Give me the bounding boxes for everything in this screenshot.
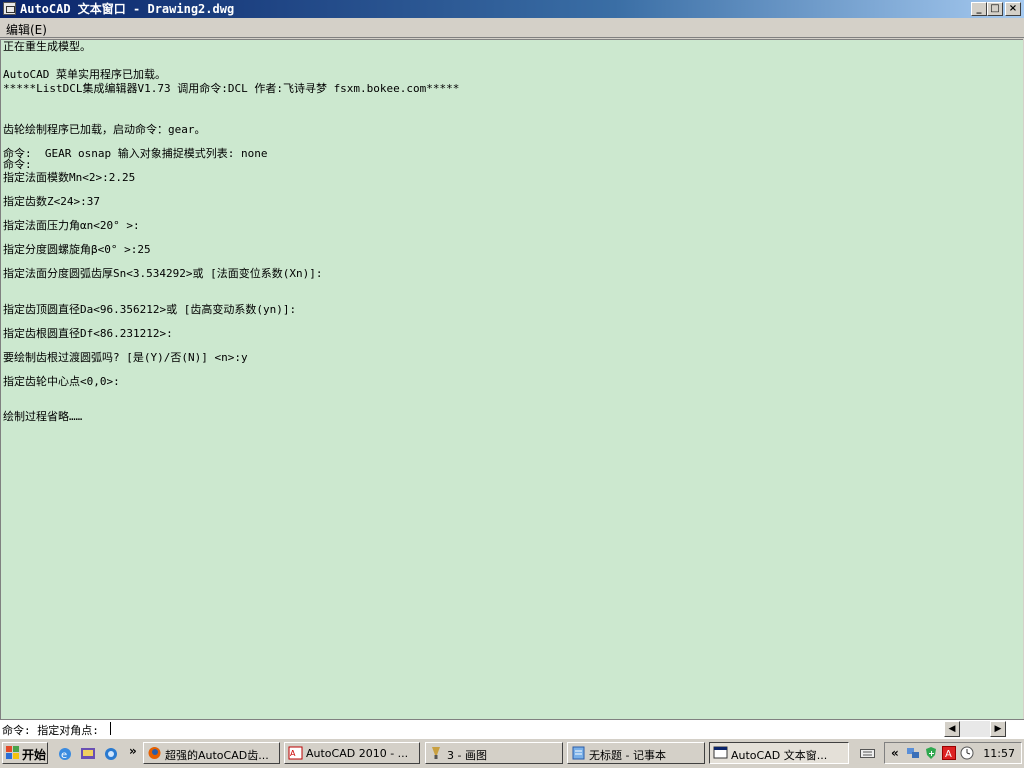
log-line: 命令: — [3, 158, 32, 171]
svg-text:A: A — [290, 749, 296, 758]
log-line: AutoCAD 菜单实用程序已加载。 — [3, 68, 166, 81]
log-line: 绘制过程省略…… — [3, 410, 83, 423]
network-icon[interactable] — [906, 746, 920, 760]
log-line: 指定法面分度圆弧齿厚Sn<3.534292>或 [法面变位系数(Xn)]: — [3, 267, 323, 280]
task-label: AutoCAD 文本窗... — [731, 749, 828, 762]
taskbar: 开始 e » 超强的AutoCAD齿... A AutoCAD 2010 - .… — [0, 738, 1024, 768]
log-line: 命令: GEAR osnap 输入对象捕捉模式列表: none — [3, 147, 268, 160]
show-desktop-icon[interactable] — [80, 746, 96, 762]
log-line: 指定齿顶圆直径Da<96.356212>或 [齿高变动系数(yn)]: — [3, 303, 297, 316]
horizontal-scrollbar[interactable]: ◀ ▶ — [944, 721, 1006, 737]
task-button-paint[interactable]: 3 - 画图 — [425, 742, 563, 764]
scroll-left-button[interactable]: ◀ — [944, 721, 960, 737]
window-titlebar[interactable]: AutoCAD 文本窗口 - Drawing2.dwg _ □ × — [0, 0, 1024, 18]
notepad-icon — [572, 746, 585, 760]
security-shield-icon[interactable] — [924, 746, 938, 760]
scroll-right-button[interactable]: ▶ — [990, 721, 1006, 737]
tray-clock[interactable]: 11:57 — [983, 747, 1015, 760]
task-label: 3 - 画图 — [447, 749, 487, 762]
log-line: 指定齿轮中心点<0,0>: — [3, 375, 120, 388]
menu-bar: 编辑(E) — [0, 18, 1024, 38]
task-label: 无标题 - 记事本 — [589, 749, 666, 762]
log-line: 指定齿数Z<24>:37 — [3, 195, 100, 208]
svg-text:e: e — [61, 750, 67, 761]
task-button-text-window[interactable]: AutoCAD 文本窗... — [709, 742, 849, 764]
maximize-button[interactable]: □ — [987, 2, 1003, 16]
text-window-icon — [713, 746, 728, 759]
start-label: 开始 — [22, 748, 47, 762]
paint-icon — [432, 747, 440, 759]
log-line: 正在重生成模型。 — [3, 40, 91, 53]
task-label: AutoCAD 2010 - ... — [306, 747, 409, 760]
media-player-icon[interactable] — [103, 746, 119, 762]
log-line: 指定法面压力角αn<20° >: — [3, 219, 140, 232]
text-output-area[interactable]: 正在重生成模型。 AutoCAD 菜单实用程序已加载。 *****ListDCL… — [0, 39, 1023, 719]
menu-edit[interactable]: 编辑(E) — [6, 21, 47, 38]
command-prompt: 命令: 指定对角点: — [2, 724, 99, 737]
firefox-icon — [148, 747, 161, 759]
autocad-icon: A — [288, 746, 303, 760]
log-line: 指定齿根圆直径Df<86.231212>: — [3, 327, 173, 340]
log-line: 指定分度圆螺旋角β<0° >:25 — [3, 243, 151, 256]
log-line: 指定法面模数Mn<2>:2.25 — [3, 171, 136, 184]
quicklaunch-overflow-icon[interactable]: » — [129, 744, 137, 758]
log-line: *****ListDCL集成编辑器V1.73 调用命令:DCL 作者:飞诗寻梦 … — [3, 82, 460, 95]
keyboard-icon[interactable] — [860, 747, 875, 760]
app-tray-icon[interactable]: A — [942, 746, 956, 760]
svg-text:A: A — [945, 749, 952, 760]
window-title: AutoCAD 文本窗口 - Drawing2.dwg — [20, 2, 235, 16]
start-button[interactable]: 开始 — [2, 742, 48, 764]
windows-flag-icon — [6, 746, 19, 759]
log-line: 齿轮绘制程序已加载，启动命令：gear。 — [3, 123, 206, 136]
internet-explorer-icon[interactable]: e — [57, 746, 73, 762]
clock-icon[interactable] — [960, 746, 974, 760]
text-caret — [110, 722, 111, 735]
command-line[interactable]: 命令: 指定对角点: ◀ ▶ — [0, 719, 1024, 738]
minimize-button[interactable]: _ — [971, 2, 987, 16]
task-button-autocad[interactable]: A AutoCAD 2010 - ... — [284, 742, 420, 764]
task-label: 超强的AutoCAD齿... — [165, 749, 269, 762]
task-button-notepad[interactable]: 无标题 - 记事本 — [567, 742, 705, 764]
system-tray: « A 11:57 — [884, 742, 1022, 764]
text-window-icon[interactable] — [3, 2, 16, 15]
close-button[interactable]: × — [1005, 2, 1021, 16]
tray-expand-icon[interactable]: « — [891, 746, 899, 760]
task-button-browser[interactable]: 超强的AutoCAD齿... — [143, 742, 280, 764]
log-line: 要绘制齿根过渡圆弧吗? [是(Y)/否(N)] <n>:y — [3, 351, 248, 364]
